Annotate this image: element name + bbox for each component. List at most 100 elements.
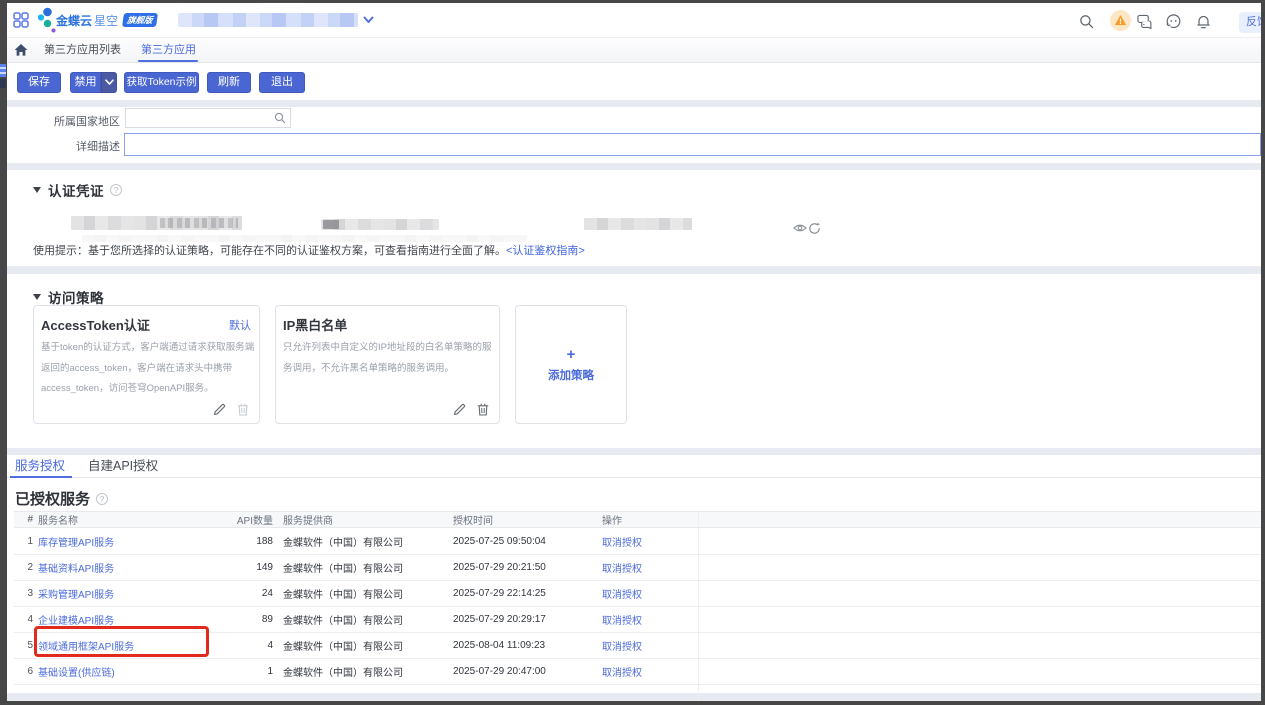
plus-icon: + bbox=[567, 347, 576, 363]
delete-trash-icon[interactable] bbox=[237, 403, 249, 416]
auth-time: 2025-07-29 22:14:25 bbox=[453, 581, 546, 606]
policy-section-title: 访问策略 bbox=[48, 287, 104, 307]
redacted-credential-block bbox=[321, 219, 439, 230]
authorized-services-title: 已授权服务 bbox=[15, 488, 90, 509]
table-row: 3 采购管理API服务 24 金蝶软件（中国）有限公司 2025-07-29 2… bbox=[14, 581, 1261, 607]
cancel-auth-link[interactable]: 取消授权 bbox=[602, 555, 642, 580]
sidebar-fragment-icon bbox=[0, 64, 6, 88]
auth-time: 2025-07-29 20:47:00 bbox=[453, 659, 546, 684]
description-label: 详细描述 bbox=[10, 138, 120, 154]
table-row: 1 库存管理API服务 188 金蝶软件（中国）有限公司 2025-07-25 … bbox=[14, 529, 1261, 555]
service-name-link[interactable]: 基础设置(供应链) bbox=[38, 659, 115, 684]
cancel-auth-link[interactable]: 取消授权 bbox=[602, 607, 642, 632]
delete-trash-icon[interactable] bbox=[477, 403, 489, 416]
warning-triangle-icon bbox=[1114, 14, 1127, 27]
row-index: 1 bbox=[23, 529, 33, 554]
row-index: 4 bbox=[23, 607, 33, 632]
provider: 金蝶软件（中国）有限公司 bbox=[283, 633, 403, 658]
col-index: # bbox=[23, 512, 33, 527]
nav-tab-third-party-app[interactable]: 第三方应用 bbox=[141, 38, 196, 62]
show-secret-eye-icon[interactable] bbox=[793, 222, 807, 234]
warning-badge[interactable] bbox=[1110, 10, 1131, 31]
api-count: 149 bbox=[194, 555, 273, 580]
column-divider bbox=[698, 511, 699, 701]
smiley-icon[interactable] bbox=[1166, 14, 1181, 29]
chevron-down-icon bbox=[105, 79, 114, 86]
help-icon[interactable]: ? bbox=[110, 184, 122, 196]
row-index: 6 bbox=[23, 659, 33, 684]
active-tab-underline bbox=[138, 60, 198, 62]
disable-button[interactable]: 禁用 bbox=[70, 72, 101, 93]
auth-time: 2025-07-25 09:50:04 bbox=[453, 529, 546, 554]
disable-dropdown-button[interactable] bbox=[101, 72, 117, 93]
save-button[interactable]: 保存 bbox=[17, 72, 61, 93]
top-bar: 金蝶云 星空 旗舰版 bbox=[7, 3, 1261, 38]
edit-pencil-icon[interactable] bbox=[213, 403, 226, 416]
col-provider: 服务提供商 bbox=[283, 512, 333, 527]
usage-tip: 使用提示：基于您所选择的认证策略，可能存在不同的认证鉴权方案，可查看指南进行全面… bbox=[33, 242, 585, 258]
provider: 金蝶软件（中国）有限公司 bbox=[283, 659, 403, 684]
authorized-services-table: # 服务名称 API数量 服务提供商 授权时间 操作 1 库存管理API服务 1… bbox=[14, 511, 1261, 691]
auth-guide-link[interactable]: <认证鉴权指南> bbox=[506, 245, 585, 257]
auth-credential-panel: 认证凭证 ? 使用提示：基于您所选择的认证策略，可能存在不同的认证鉴权方案，可查… bbox=[7, 170, 1261, 266]
screen-frame: 金蝶云 星空 旗舰版 bbox=[0, 0, 1265, 705]
policy-card-description: 只允许列表中自定义的IP地址段的白名单策略的服务调用，不允许黑名单策略的服务调用… bbox=[283, 338, 496, 379]
service-tabs: 服务授权 自建API授权 bbox=[7, 455, 1261, 478]
get-token-example-button[interactable]: 获取Token示例 bbox=[124, 72, 199, 93]
action-toolbar: 保存 禁用 获取Token示例 刷新 退出 bbox=[7, 63, 1261, 100]
chat-icon[interactable] bbox=[1137, 14, 1152, 29]
provider: 金蝶软件（中国）有限公司 bbox=[283, 529, 403, 554]
regenerate-icon[interactable] bbox=[808, 222, 821, 235]
org-name-redacted[interactable] bbox=[178, 13, 358, 27]
cancel-auth-link[interactable]: 取消授权 bbox=[602, 581, 642, 606]
red-annotation-box bbox=[34, 626, 209, 657]
provider: 金蝶软件（中国）有限公司 bbox=[283, 607, 403, 632]
table-row: 6 基础设置(供应链) 1 金蝶软件（中国）有限公司 2025-07-29 20… bbox=[14, 659, 1261, 685]
service-name-link[interactable]: 基础资料API服务 bbox=[38, 555, 114, 580]
country-region-input[interactable] bbox=[125, 108, 291, 128]
search-icon[interactable] bbox=[1079, 14, 1094, 29]
service-name-link[interactable]: 采购管理API服务 bbox=[38, 581, 114, 606]
description-field[interactable] bbox=[129, 134, 1037, 155]
api-count: 188 bbox=[194, 529, 273, 554]
feedback-button[interactable]: 反馈 bbox=[1239, 12, 1261, 33]
nav-tab-third-party-app-list[interactable]: 第三方应用列表 bbox=[44, 38, 121, 62]
edit-pencil-icon[interactable] bbox=[453, 403, 466, 416]
country-region-label: 所属国家地区 bbox=[10, 113, 120, 129]
add-policy-card[interactable]: + 添加策略 bbox=[515, 305, 627, 424]
home-icon[interactable] bbox=[14, 43, 28, 57]
auth-section-title: 认证凭证 bbox=[48, 180, 104, 200]
service-auth-panel: 服务授权 自建API授权 已授权服务 ? # 服务名称 API数量 服务提供商 … bbox=[7, 455, 1261, 693]
app-grid-icon[interactable] bbox=[13, 12, 29, 28]
chevron-down-icon[interactable] bbox=[363, 16, 374, 24]
add-policy-label: 添加策略 bbox=[548, 367, 594, 383]
service-name-link[interactable]: 库存管理API服务 bbox=[38, 529, 114, 554]
collapse-triangle-icon[interactable] bbox=[33, 294, 41, 300]
redacted-credential-block bbox=[71, 216, 242, 230]
cancel-auth-link[interactable]: 取消授权 bbox=[602, 633, 642, 658]
auth-time: 2025-07-29 20:29:17 bbox=[453, 607, 546, 632]
refresh-button[interactable]: 刷新 bbox=[207, 72, 251, 93]
default-badge: 默认 bbox=[229, 317, 251, 333]
api-count: 24 bbox=[194, 581, 273, 606]
country-region-field[interactable] bbox=[130, 109, 261, 127]
auth-time: 2025-07-29 20:21:50 bbox=[453, 555, 546, 580]
exit-button[interactable]: 退出 bbox=[259, 72, 305, 93]
cancel-auth-link[interactable]: 取消授权 bbox=[602, 529, 642, 554]
table-row: 2 基础资料API服务 149 金蝶软件（中国）有限公司 2025-07-29 … bbox=[14, 555, 1261, 581]
collapse-triangle-icon[interactable] bbox=[33, 187, 41, 193]
help-icon[interactable]: ? bbox=[96, 493, 108, 505]
cancel-auth-link[interactable]: 取消授权 bbox=[602, 659, 642, 684]
policy-card-access-token[interactable]: AccessToken认证 默认 基于token的认证方式，客户端通过请求获取服… bbox=[33, 305, 260, 424]
redacted-credential-block bbox=[584, 218, 692, 230]
row-index: 2 bbox=[23, 555, 33, 580]
tab-custom-api-auth[interactable]: 自建API授权 bbox=[88, 455, 158, 477]
policy-card-ip-list[interactable]: IP黑白名单 只允许列表中自定义的IP地址段的白名单策略的服务调用，不允许黑名单… bbox=[275, 305, 500, 424]
bell-icon[interactable] bbox=[1196, 14, 1211, 29]
provider: 金蝶软件（中国）有限公司 bbox=[283, 555, 403, 580]
logo-text: 金蝶云 bbox=[56, 12, 92, 29]
description-input[interactable] bbox=[124, 133, 1261, 156]
lookup-icon[interactable] bbox=[274, 112, 286, 124]
col-operation: 操作 bbox=[602, 512, 622, 527]
tab-service-auth[interactable]: 服务授权 bbox=[15, 455, 65, 477]
